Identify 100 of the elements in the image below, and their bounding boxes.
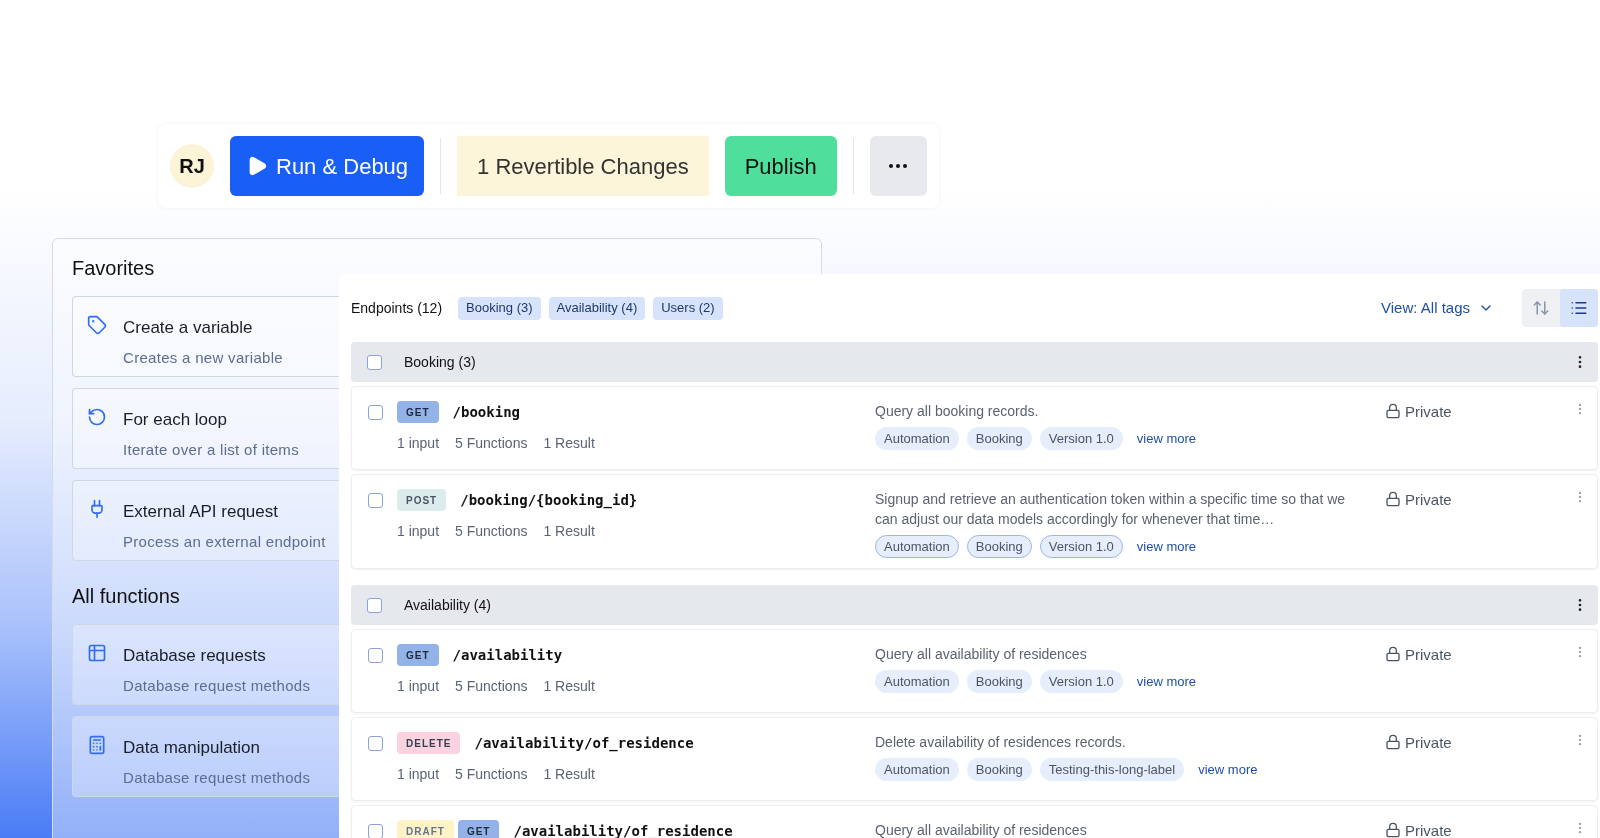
checkbox[interactable] — [368, 493, 383, 508]
group-title: Booking (3) — [404, 352, 476, 372]
endpoint-path: /availability — [452, 645, 563, 665]
tag-chip: Version 1.0 — [1039, 670, 1123, 693]
tag-chip: Automation — [875, 670, 959, 693]
list-icon — [1570, 299, 1588, 317]
item-subtitle: Database request methods — [123, 767, 311, 788]
endpoint-path: /availability/of_residence — [513, 821, 733, 838]
filter-chip[interactable]: Booking (3) — [458, 296, 541, 320]
function-item[interactable]: Data manipulation Database request methods — [72, 716, 340, 797]
tag-chip: Testing-this-long-label — [1039, 758, 1185, 781]
lock-icon — [1385, 734, 1401, 750]
endpoint-path: /booking — [452, 402, 520, 422]
view-more-link[interactable]: view more — [1136, 536, 1197, 557]
tag-chip: Automation — [875, 758, 959, 781]
filter-chip[interactable]: Users (2) — [653, 296, 723, 320]
endpoint-path: /availability/of_residence — [474, 733, 694, 754]
endpoint-description: Query all availability of residences — [875, 821, 1088, 838]
tag-chip: Version 1.0 — [1039, 535, 1123, 558]
function-item[interactable]: Create a variable Creates a new variable — [72, 296, 340, 377]
tag-chip: Version 1.0 — [1039, 427, 1123, 450]
item-subtitle: Iterate over a list of items — [123, 439, 299, 460]
function-item[interactable]: For each loop Iterate over a list of items — [72, 388, 340, 469]
lock-icon — [1385, 646, 1401, 662]
meta-text: 1 input — [397, 522, 440, 541]
method-badge: POST — [397, 489, 447, 511]
lock-icon — [1385, 822, 1401, 838]
meta-text: 5 Functions — [455, 677, 528, 696]
view-dropdown[interactable]: View: All tags — [1381, 296, 1494, 320]
meta-text: 1 input — [397, 765, 440, 784]
endpoint-path: /booking/{booking_id} — [460, 490, 638, 511]
view-more-link[interactable]: view more — [1136, 671, 1197, 692]
tag-chip: Booking — [966, 535, 1032, 558]
table-icon — [87, 643, 107, 663]
checkbox[interactable] — [368, 648, 383, 663]
item-subtitle: Database request methods — [123, 675, 311, 696]
lock-icon — [1385, 491, 1401, 507]
checkbox[interactable] — [368, 405, 383, 420]
group-header[interactable]: Availability (4) — [351, 585, 1598, 625]
meta-text: 5 Functions — [455, 765, 528, 784]
visibility-label: Private — [1405, 490, 1452, 510]
checkbox[interactable] — [368, 736, 383, 751]
meta-text: 5 Functions — [455, 434, 528, 453]
item-title: Database requests — [123, 645, 267, 667]
function-item[interactable]: Database requests Database request methods — [72, 624, 340, 705]
publish-button[interactable]: Publish — [724, 136, 837, 196]
visibility-label: Private — [1405, 645, 1452, 665]
endpoints-title: Endpoints (12) — [351, 298, 443, 318]
visibility-label: Private — [1405, 733, 1452, 753]
run-debug-button[interactable]: Run & Debug — [230, 136, 425, 196]
item-title: Data manipulation — [123, 737, 262, 759]
tag-icon — [87, 315, 107, 335]
meta-text: 1 Result — [543, 677, 595, 696]
section-title: Favorites — [72, 256, 155, 281]
endpoint-row[interactable]: GET /availability 1 input 5 Functions 1 Result Query all availability of residences Automation Booking Version 1.0 view more Private — [351, 629, 1598, 713]
item-title: For each loop — [123, 409, 228, 431]
endpoint-row[interactable]: GET /booking 1 input 5 Functions 1 Result Query all booking records. Automation Booking Version 1.0 view more Private — [351, 386, 1598, 470]
checkbox[interactable] — [368, 824, 383, 838]
method-badge: DRAFT — [397, 820, 454, 838]
function-item[interactable]: External API request Process an external endpoint — [72, 480, 340, 561]
item-title: Create a variable — [123, 317, 254, 339]
meta-text: 1 Result — [543, 522, 595, 541]
meta-text: 5 Functions — [455, 522, 528, 541]
tag-chip: Automation — [875, 427, 959, 450]
endpoint-row[interactable]: DRAFT GET /availability/of_residence Query all availability of residences Private — [351, 805, 1598, 838]
filter-chip[interactable]: Availability (4) — [548, 296, 646, 320]
tag-chip: Automation — [875, 535, 959, 558]
meta-text: 1 input — [397, 677, 440, 696]
endpoint-description: Query all booking records. — [875, 402, 1040, 421]
avatar: RJ — [170, 144, 214, 188]
item-subtitle: Creates a new variable — [123, 347, 283, 368]
item-subtitle: Process an external endpoint — [123, 531, 326, 552]
loop-icon — [87, 407, 107, 427]
meta-text: 1 input — [397, 434, 440, 453]
endpoint-description: Delete availability of residences records. — [875, 733, 1127, 752]
method-badge: GET — [457, 820, 500, 838]
endpoint-description: Signup and retrieve an authentication token within a specific time so that we can adjust our data models accordingly for whenever that time… — [875, 490, 1347, 529]
endpoint-row[interactable] — [351, 474, 1598, 569]
meta-text: 1 Result — [543, 434, 595, 453]
method-badge: GET — [397, 401, 439, 423]
lock-icon — [1385, 403, 1401, 419]
revertible-changes-button[interactable]: 1 Revertible Changes — [457, 136, 709, 196]
group-header[interactable]: Booking (3) — [351, 342, 1598, 382]
more-icon — [889, 164, 908, 168]
calculator-icon — [87, 735, 107, 755]
line-spacing-icon — [1532, 299, 1550, 317]
method-badge: DELETE — [397, 732, 461, 754]
checkbox[interactable] — [367, 597, 382, 613]
view-toggle-button[interactable] — [1560, 289, 1598, 327]
endpoint-row[interactable]: DELETE /availability/of_residence 1 input 5 Functions 1 Result Delete availability of residences records. Automation Booking Testing-this-long-label view more Private — [351, 717, 1598, 801]
tag-chip: Booking — [966, 758, 1032, 781]
method-badge: GET — [397, 644, 439, 666]
view-more-link[interactable]: view more — [1136, 428, 1197, 449]
meta-text: 1 Result — [543, 765, 595, 784]
view-more-link[interactable]: view more — [1198, 759, 1258, 780]
section-title: All functions — [72, 584, 180, 609]
checkbox[interactable] — [367, 354, 382, 370]
tag-chip: Booking — [966, 427, 1032, 450]
visibility-label: Private — [1405, 821, 1452, 838]
group-title: Availability (4) — [404, 595, 491, 615]
